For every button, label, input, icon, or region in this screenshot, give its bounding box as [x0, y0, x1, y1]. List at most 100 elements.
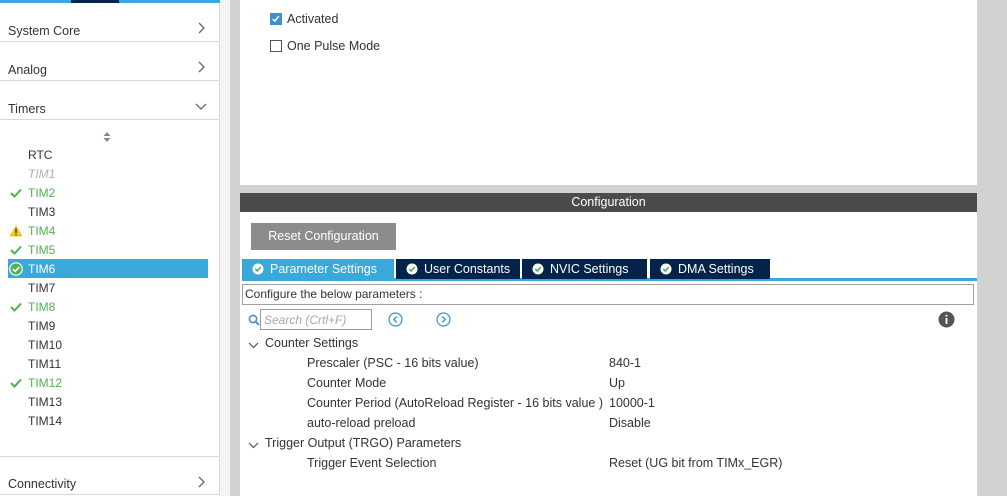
parameters-description: Configure the below parameters :	[242, 284, 974, 305]
param-row-counter-period[interactable]: Counter Period (AutoReload Register - 16…	[307, 396, 927, 414]
timer-label: TIM5	[28, 243, 56, 257]
timer-item-tim11[interactable]: TIM11	[8, 354, 208, 373]
timer-label: TIM8	[28, 300, 56, 314]
tab-dma-settings[interactable]: DMA Settings	[650, 259, 770, 279]
timer-item-tim1[interactable]: TIM1	[8, 164, 208, 183]
gutter	[230, 0, 240, 496]
checkbox-box[interactable]	[270, 40, 282, 52]
search-icon	[248, 314, 260, 326]
activated-label: Activated	[287, 12, 339, 26]
tab-label: Parameter Settings	[270, 262, 377, 276]
param-name: Trigger Event Selection	[307, 456, 437, 470]
timer-item-tim8[interactable]: TIM8	[8, 297, 208, 316]
gutter-right	[977, 0, 1007, 496]
chevron-right-icon	[198, 61, 205, 73]
reset-configuration-button[interactable]: Reset Configuration	[251, 223, 396, 250]
timer-item-tim5[interactable]: TIM5	[8, 240, 208, 259]
timer-label: RTC	[28, 148, 53, 162]
check-circle-icon	[660, 263, 672, 275]
param-value[interactable]: 840-1	[609, 356, 641, 370]
tab-nvic-settings[interactable]: NVIC Settings	[522, 259, 647, 279]
tabs-bar: Parameter Settings User Constants NVIC S…	[242, 259, 977, 281]
timer-label: TIM10	[28, 338, 63, 352]
category-label: System Core	[8, 24, 81, 38]
configuration-header: Configuration	[240, 193, 977, 212]
timer-label: TIM14	[28, 414, 63, 428]
param-row-prescaler[interactable]: Prescaler (PSC - 16 bits value) 840-1	[307, 356, 927, 374]
check-icon	[272, 15, 280, 23]
timer-item-tim2[interactable]: TIM2	[8, 183, 208, 202]
param-value[interactable]: 10000-1	[609, 396, 655, 410]
param-row-counter-mode[interactable]: Counter Mode Up	[307, 376, 927, 394]
timer-label: TIM2	[28, 186, 56, 200]
category-label: Connectivity	[8, 477, 77, 491]
category-analog[interactable]: Analog	[0, 42, 220, 81]
mode-panel: Activated One Pulse Mode	[240, 0, 977, 185]
configuration-panel: Configuration Reset Configuration Parame…	[240, 193, 977, 496]
tab-parameter-settings[interactable]: Parameter Settings	[242, 259, 394, 279]
timer-item-tim6[interactable]: TIM6	[8, 259, 208, 278]
param-row-auto-reload-preload[interactable]: auto-reload preload Disable	[307, 416, 927, 434]
check-icon	[10, 302, 22, 312]
timer-item-rtc[interactable]: RTC	[8, 145, 208, 164]
check-circle-icon	[406, 263, 418, 275]
param-row-trigger-event-selection[interactable]: Trigger Event Selection Reset (UG bit fr…	[307, 456, 927, 474]
timer-label: TIM13	[28, 395, 63, 409]
timer-label: TIM12	[28, 376, 63, 390]
param-value[interactable]: Reset (UG bit from TIMx_EGR)	[609, 456, 782, 470]
category-connectivity[interactable]: Connectivity	[0, 456, 220, 495]
one-pulse-mode-label: One Pulse Mode	[287, 39, 381, 53]
category-label: Analog	[8, 63, 47, 77]
search-previous-icon[interactable]	[388, 312, 403, 327]
tab-label: NVIC Settings	[550, 262, 629, 276]
timer-item-tim7[interactable]: TIM7	[8, 278, 208, 297]
tab-label: DMA Settings	[678, 262, 754, 276]
timer-item-tim10[interactable]: TIM10	[8, 335, 208, 354]
timer-item-tim13[interactable]: TIM13	[8, 392, 208, 411]
timer-label: TIM11	[28, 357, 62, 371]
chevron-down-icon	[248, 342, 259, 349]
check-circle-icon	[9, 262, 23, 276]
timer-label: TIM3	[28, 205, 56, 219]
checkbox-box[interactable]	[270, 13, 282, 25]
timer-item-tim3[interactable]: TIM3	[8, 202, 208, 221]
timer-item-tim14[interactable]: TIM14	[8, 411, 208, 430]
group-label: Counter Settings	[265, 336, 359, 350]
param-name: Prescaler (PSC - 16 bits value)	[307, 356, 479, 370]
tab-user-constants[interactable]: User Constants	[396, 259, 520, 279]
category-system-core[interactable]: System Core	[0, 3, 220, 42]
param-name: Counter Mode	[307, 376, 387, 390]
timer-item-tim9[interactable]: TIM9	[8, 316, 208, 335]
search-next-icon[interactable]	[436, 312, 451, 327]
search-input[interactable]	[260, 309, 372, 330]
sort-icon[interactable]	[102, 131, 112, 143]
chevron-down-icon	[248, 442, 259, 449]
splitter[interactable]	[220, 0, 230, 496]
timer-label: TIM1	[28, 167, 56, 181]
timer-label: TIM9	[28, 319, 56, 333]
timer-label: TIM6	[28, 262, 56, 276]
param-name: Counter Period (AutoReload Register - 16…	[307, 396, 603, 410]
param-name: auto-reload preload	[307, 416, 416, 430]
sidebar: System Core Analog Timers RTC TIM1 TIM2 …	[0, 0, 220, 496]
check-circle-icon	[252, 263, 264, 275]
timer-item-tim12[interactable]: TIM12	[8, 373, 208, 392]
timer-item-tim4[interactable]: TIM4	[8, 221, 208, 240]
tab-label: User Constants	[424, 262, 511, 276]
horizontal-splitter[interactable]	[240, 185, 977, 193]
param-value[interactable]: Disable	[609, 416, 651, 430]
chevron-right-icon	[198, 22, 205, 34]
param-value[interactable]: Up	[609, 376, 625, 390]
category-timers[interactable]: Timers	[0, 81, 220, 120]
chevron-down-icon	[195, 103, 207, 110]
category-label: Timers	[8, 102, 46, 116]
group-label: Trigger Output (TRGO) Parameters	[265, 436, 462, 450]
check-icon	[10, 188, 22, 198]
timer-label: TIM4	[28, 224, 56, 238]
check-icon	[10, 245, 22, 255]
check-circle-icon	[532, 263, 544, 275]
timer-label: TIM7	[28, 281, 56, 295]
chevron-right-icon	[198, 476, 205, 488]
info-icon[interactable]	[938, 311, 955, 328]
check-icon	[10, 378, 22, 388]
